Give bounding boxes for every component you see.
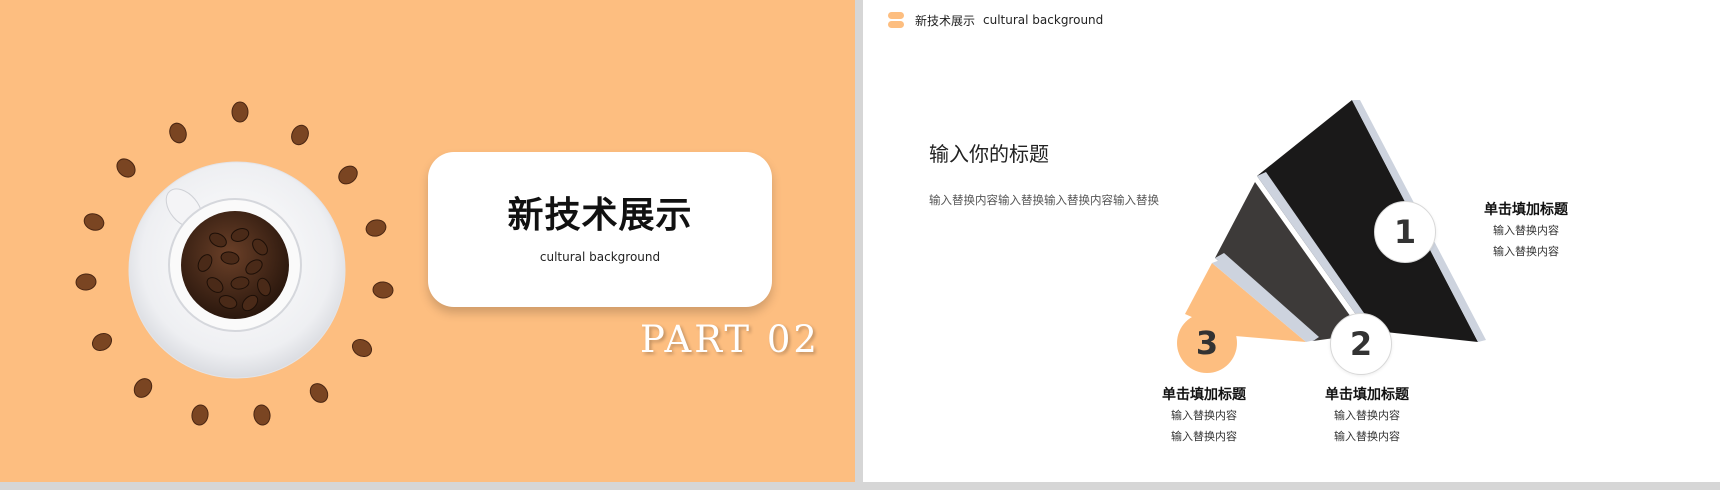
- step-circle-3: 3: [1177, 313, 1237, 373]
- header-badge-icon: [888, 12, 904, 28]
- step-label-1: 单击填加标题 输入替换内容 输入替换内容: [1466, 200, 1586, 262]
- step-label-2: 单击填加标题 输入替换内容 输入替换内容: [1307, 385, 1427, 447]
- step-line[interactable]: 输入替换内容: [1466, 220, 1586, 241]
- section-title[interactable]: 输入你的标题: [929, 138, 1049, 167]
- step-label-3: 单击填加标题 输入替换内容 输入替换内容: [1144, 385, 1264, 447]
- step-line[interactable]: 输入替换内容: [1307, 405, 1427, 426]
- step-title[interactable]: 单击填加标题: [1466, 200, 1586, 220]
- slide-title[interactable]: 新技术展示: [428, 186, 772, 238]
- slide-header: 新技术展示 cultural background: [887, 10, 1103, 30]
- section-description[interactable]: 输入替换内容输入替换输入替换内容输入替换: [929, 190, 1161, 211]
- part-label[interactable]: PART 02: [640, 318, 820, 361]
- header-title: 新技术展示: [915, 13, 976, 28]
- step-circle-1: 1: [1374, 201, 1436, 263]
- slide-subtitle[interactable]: cultural background: [428, 250, 772, 264]
- step-title[interactable]: 单击填加标题: [1144, 385, 1264, 405]
- coffee-cup-icon: [75, 101, 394, 426]
- content-slide: 新技术展示 cultural background 输入你的标题 输入替换内容输…: [863, 0, 1720, 482]
- header-subtitle: cultural background: [983, 13, 1104, 27]
- step-line[interactable]: 输入替换内容: [1144, 426, 1264, 447]
- step-title[interactable]: 单击填加标题: [1307, 385, 1427, 405]
- step-line[interactable]: 输入替换内容: [1307, 426, 1427, 447]
- title-card: 新技术展示 cultural background: [428, 152, 772, 307]
- step-line[interactable]: 输入替换内容: [1466, 241, 1586, 262]
- cover-slide: 新技术展示 cultural background PART 02: [0, 0, 855, 482]
- step-circle-2: 2: [1330, 313, 1392, 375]
- step-line[interactable]: 输入替换内容: [1144, 405, 1264, 426]
